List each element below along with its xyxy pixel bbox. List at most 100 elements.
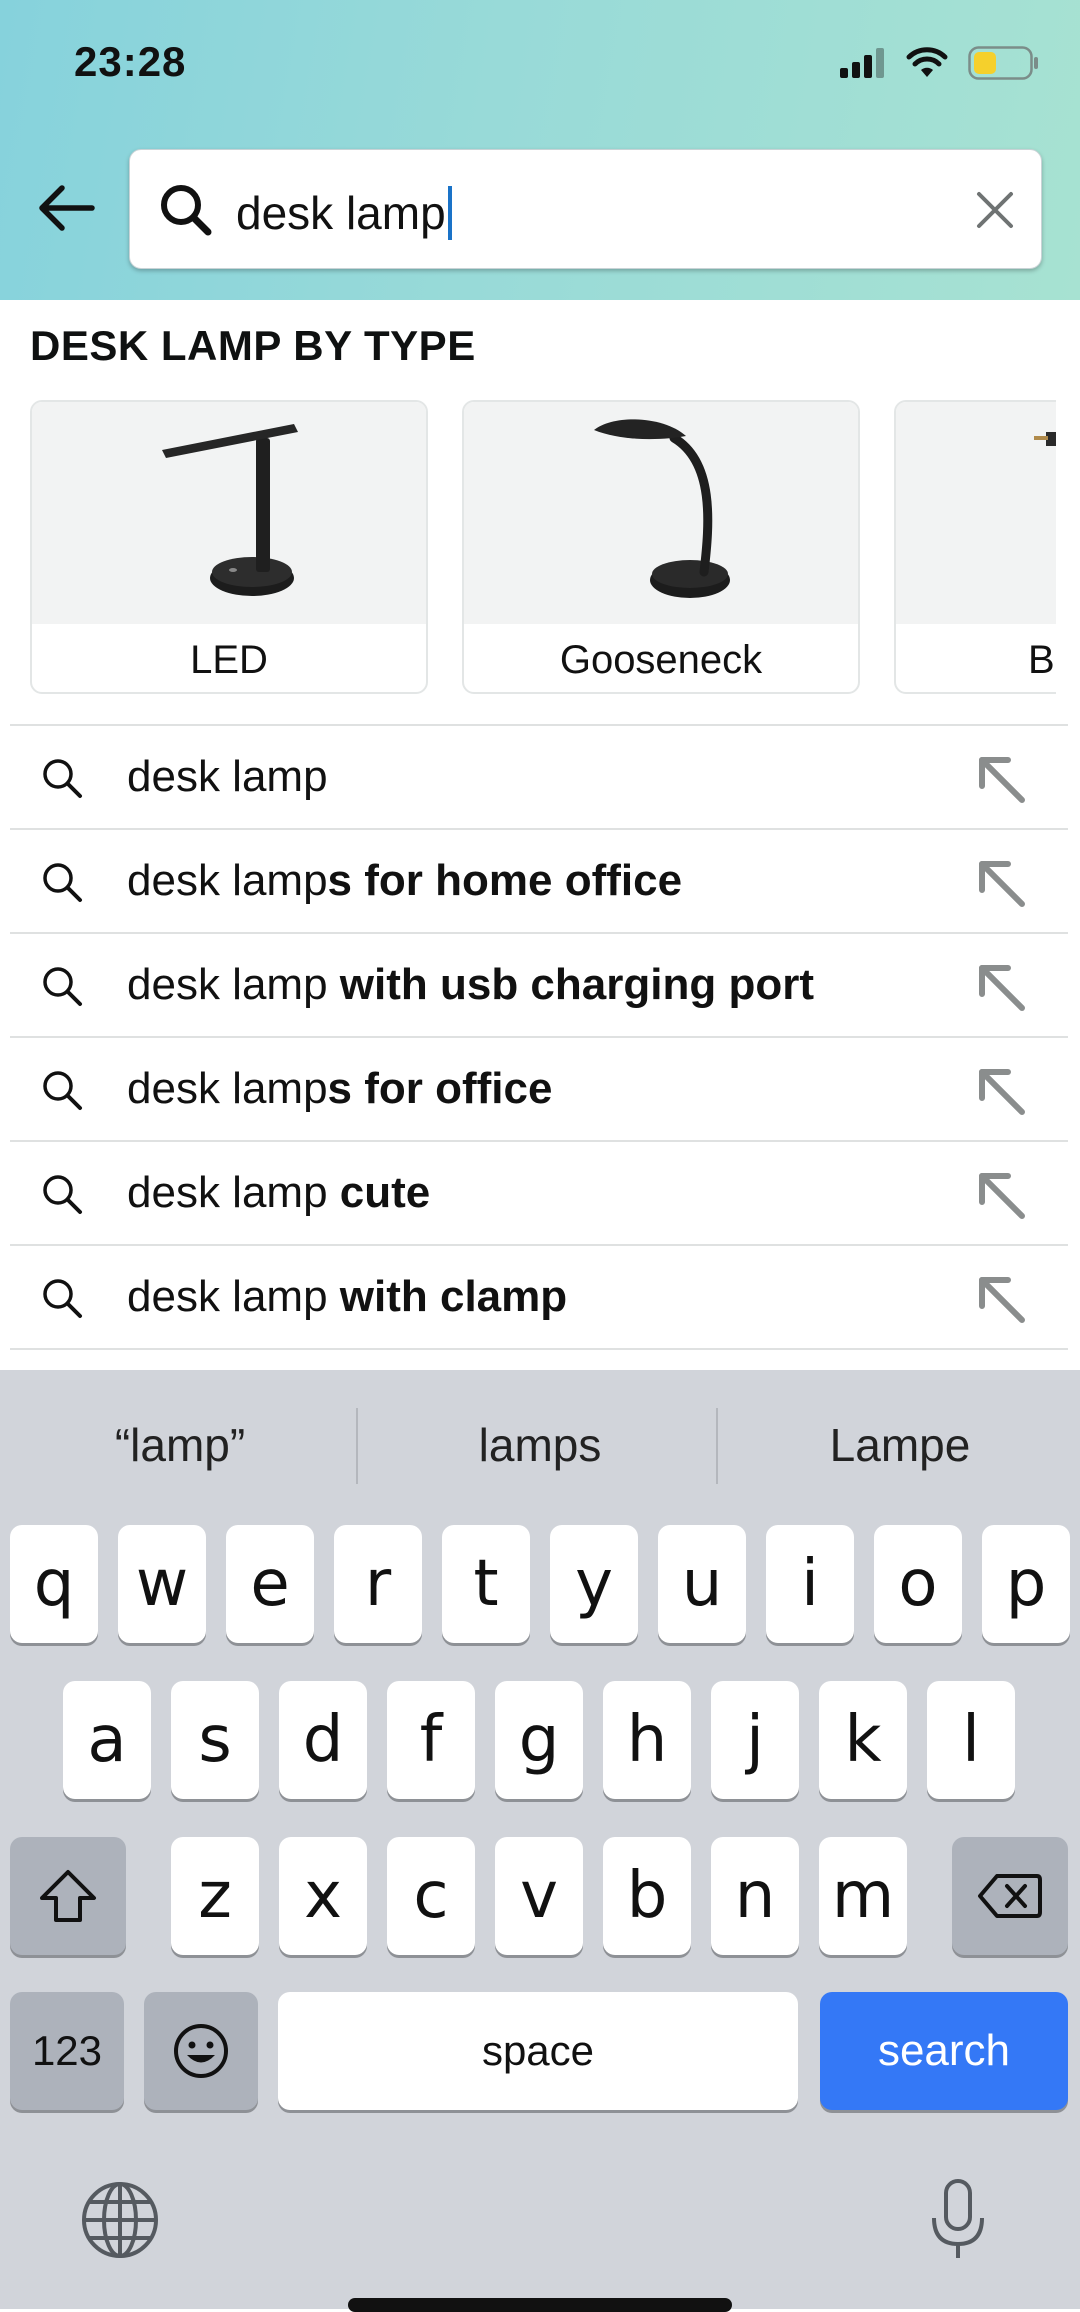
suggestion-row[interactable]: desk lamp — [10, 726, 1068, 830]
key-z[interactable]: z — [171, 1837, 259, 1955]
type-carousel[interactable]: LED Gooseneck Ba — [0, 398, 1056, 700]
search-query-text: desk lamp — [236, 187, 446, 239]
backspace-icon — [978, 1874, 1042, 1918]
shift-key[interactable] — [10, 1837, 126, 1955]
suggestion-completion: s for office — [327, 1064, 553, 1113]
suggestion-completion: s for home office — [327, 856, 683, 905]
key-f[interactable]: f — [387, 1681, 475, 1799]
suggestion-row[interactable]: desk lamps for office — [10, 1038, 1068, 1142]
fill-query-arrow-icon[interactable] — [974, 1272, 1028, 1331]
microphone-icon — [932, 2179, 984, 2258]
space-key[interactable]: space — [278, 1992, 798, 2110]
search-icon — [40, 860, 84, 909]
type-card-gooseneck[interactable]: Gooseneck — [462, 400, 860, 694]
status-time: 23:28 — [74, 38, 187, 85]
search-icon — [40, 1172, 84, 1221]
suggestion-text: desk lamp cute — [127, 1168, 430, 1218]
battery-icon — [968, 46, 1038, 80]
gooseneck-lamp-image — [464, 402, 858, 624]
key-j[interactable]: j — [711, 1681, 799, 1799]
led-desk-lamp-icon — [162, 424, 298, 596]
key-o[interactable]: o — [874, 1525, 962, 1643]
fill-query-arrow-icon[interactable] — [974, 1168, 1028, 1227]
search-query-wrap: desk lamp — [236, 186, 452, 240]
header: 23:28 desk lamp — [0, 0, 1080, 300]
suggestion-row[interactable]: desk lamp cute — [10, 1142, 1068, 1246]
key-h[interactable]: h — [603, 1681, 691, 1799]
suggestion-row[interactable]: desk lamp with clamp — [10, 1246, 1068, 1350]
gooseneck-lamp-icon — [594, 419, 730, 598]
text-caret — [447, 186, 452, 240]
key-p[interactable]: p — [982, 1525, 1070, 1643]
cellular-signal-icon — [840, 48, 884, 78]
suggestion-prefix: desk lamp — [127, 1168, 328, 1217]
emoji-icon — [174, 2024, 228, 2078]
search-icon — [40, 1068, 84, 1117]
fill-query-arrow-icon[interactable] — [974, 1064, 1028, 1123]
suggestion-completion: with usb charging port — [327, 960, 814, 1009]
predictive-bar: “lamp” lamps Lampe — [0, 1370, 1080, 1520]
search-key[interactable]: search — [820, 1992, 1068, 2110]
arrow-left-icon — [39, 185, 95, 231]
fill-query-arrow-icon[interactable] — [974, 960, 1028, 1019]
search-icon — [40, 1276, 84, 1325]
suggestion-prefix: desk lamp — [127, 856, 328, 905]
suggestion-text: desk lamp with usb charging port — [127, 960, 814, 1010]
suggestion-prefix: desk lamp — [127, 960, 328, 1009]
key-s[interactable]: s — [171, 1681, 259, 1799]
suggestion-text: desk lamp with clamp — [127, 1272, 567, 1322]
key-q[interactable]: q — [10, 1525, 98, 1643]
suggestion-completion: cute — [327, 1168, 431, 1217]
key-n[interactable]: n — [711, 1837, 799, 1955]
type-card-led[interactable]: LED — [30, 400, 428, 694]
partial-lamp-image — [896, 402, 1056, 624]
key-i[interactable]: i — [766, 1525, 854, 1643]
emoji-key[interactable] — [144, 1992, 258, 2110]
partial-lamp-icon — [1034, 432, 1056, 446]
suggestion-row[interactable]: desk lamps for home office — [10, 830, 1068, 934]
back-button[interactable] — [28, 170, 104, 246]
suggestion-text: desk lamp — [127, 752, 328, 802]
type-card-label: LED — [190, 638, 268, 682]
key-x[interactable]: x — [279, 1837, 367, 1955]
numbers-key[interactable]: 123 — [10, 1992, 124, 2110]
key-l[interactable]: l — [927, 1681, 1015, 1799]
suggestion-list: desk lamp desk lamps for home office desk … — [10, 724, 1068, 1350]
status-icons — [840, 46, 1040, 80]
key-k[interactable]: k — [819, 1681, 907, 1799]
backspace-key[interactable] — [952, 1837, 1068, 1955]
key-c[interactable]: c — [387, 1837, 475, 1955]
prediction-divider — [716, 1408, 718, 1484]
search-icon — [161, 185, 212, 236]
key-u[interactable]: u — [658, 1525, 746, 1643]
type-card-label: Gooseneck — [559, 638, 763, 682]
suggestion-row[interactable]: desk lamp with usb charging port — [10, 934, 1068, 1038]
key-e[interactable]: e — [226, 1525, 314, 1643]
prediction-2[interactable]: lamps — [370, 1418, 710, 1472]
section-title: DESK LAMP BY TYPE — [30, 322, 476, 369]
key-g[interactable]: g — [495, 1681, 583, 1799]
clear-search-icon[interactable] — [971, 186, 1019, 234]
suggestion-text: desk lamps for office — [127, 1064, 552, 1114]
prediction-1[interactable]: “lamp” — [10, 1418, 350, 1472]
type-card-partial[interactable]: Ba — [894, 400, 1056, 694]
suggestion-prefix: desk lamp — [127, 1064, 328, 1113]
prediction-divider — [356, 1408, 358, 1484]
key-b[interactable]: b — [603, 1837, 691, 1955]
home-indicator[interactable] — [348, 2298, 732, 2312]
microphone-key[interactable] — [928, 2178, 988, 2269]
fill-query-arrow-icon[interactable] — [974, 752, 1028, 811]
key-d[interactable]: d — [279, 1681, 367, 1799]
key-w[interactable]: w — [118, 1525, 206, 1643]
suggestion-prefix: desk lamp — [127, 752, 328, 801]
key-m[interactable]: m — [819, 1837, 907, 1955]
key-y[interactable]: y — [550, 1525, 638, 1643]
prediction-3[interactable]: Lampe — [730, 1418, 1070, 1472]
key-a[interactable]: a — [63, 1681, 151, 1799]
key-t[interactable]: t — [442, 1525, 530, 1643]
search-input[interactable]: desk lamp — [129, 149, 1042, 269]
key-v[interactable]: v — [495, 1837, 583, 1955]
key-r[interactable]: r — [334, 1525, 422, 1643]
fill-query-arrow-icon[interactable] — [974, 856, 1028, 915]
globe-key[interactable] — [80, 2180, 160, 2265]
